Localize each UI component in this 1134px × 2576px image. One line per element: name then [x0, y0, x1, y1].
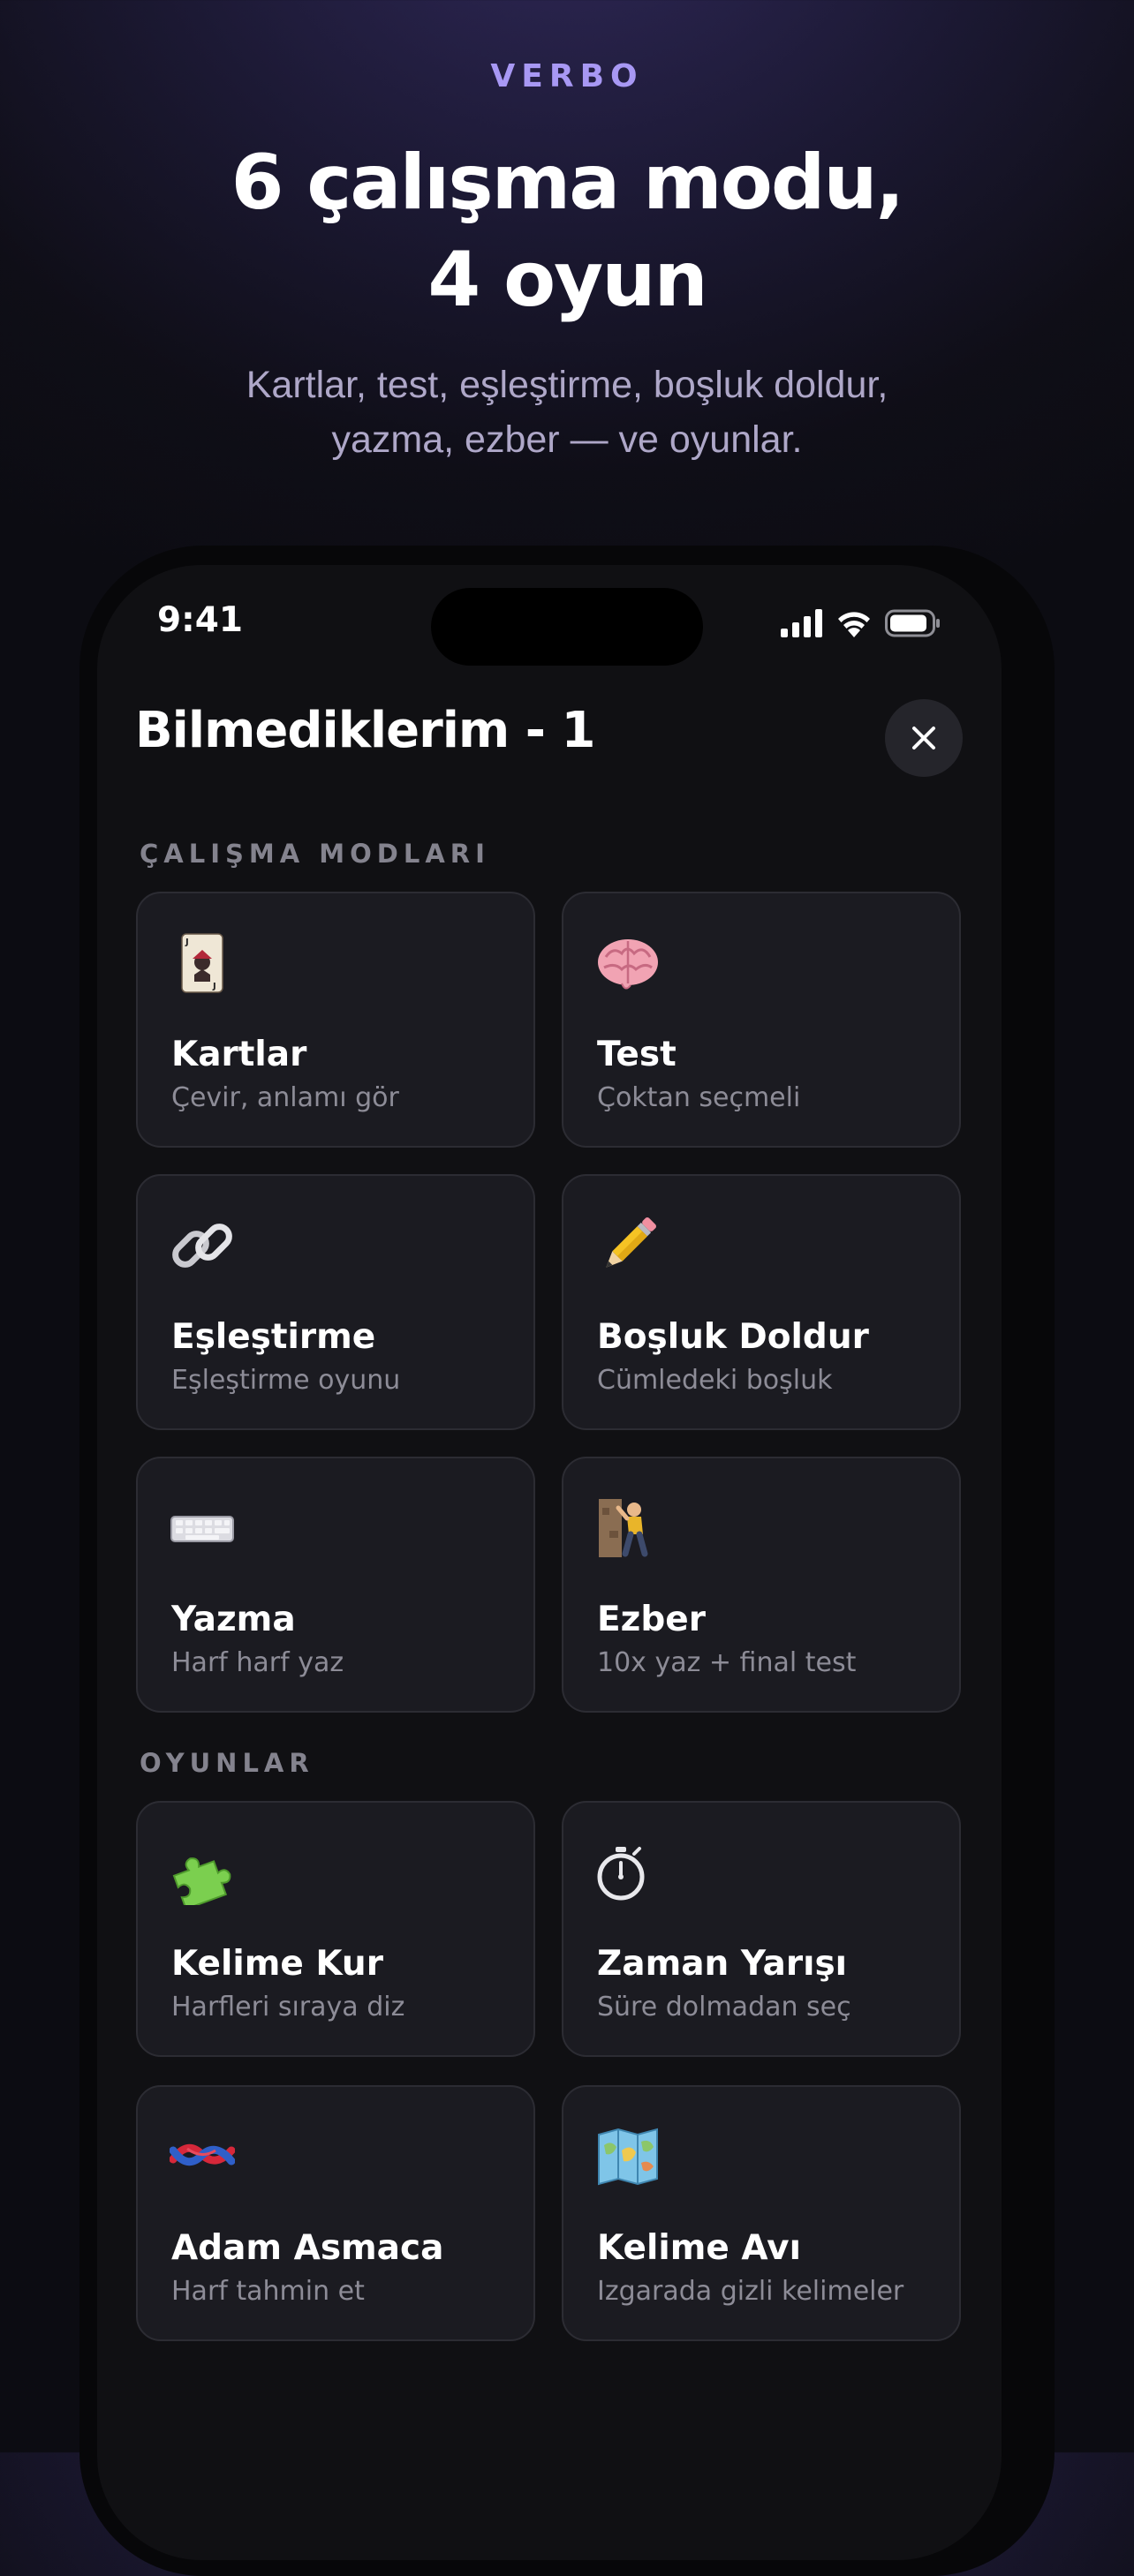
- status-icons: [781, 609, 941, 637]
- game-card-kelime-kur[interactable]: Kelime Kur Harfleri sıraya diz: [136, 1801, 535, 2057]
- dynamic-island: [431, 588, 703, 666]
- mode-description: Çevir, anlamı gör: [171, 1082, 399, 1113]
- subtitle-line-1: Kartlar, test, eşleştirme, boşluk doldur…: [246, 364, 888, 406]
- mode-card-yazma[interactable]: Yazma Harf harf yaz: [136, 1457, 535, 1713]
- mode-name: Kartlar: [171, 1035, 307, 1074]
- game-card-zaman-yarisi[interactable]: Zaman Yarışı Süre dolmadan seç: [562, 1801, 961, 2057]
- game-description: Harf tahmin et: [171, 2276, 365, 2307]
- mode-card-test[interactable]: Test Çoktan seçmeli: [562, 892, 961, 1148]
- headline-line-2: 4 oyun: [427, 236, 707, 324]
- stopwatch-icon: [595, 1840, 661, 1905]
- sheet-title: Bilmediklerim - 1: [135, 702, 595, 759]
- game-card-kelime-avi[interactable]: Kelime Avı Izgarada gizli kelimeler: [562, 2085, 961, 2341]
- mode-description: Eşleştirme oyunu: [171, 1365, 401, 1396]
- climber-icon: [595, 1495, 661, 1561]
- game-name: Zaman Yarışı: [597, 1944, 848, 1984]
- keyboard-icon: [170, 1495, 235, 1561]
- close-icon: [912, 727, 935, 749]
- game-name: Adam Asmaca: [171, 2228, 444, 2268]
- puzzle-icon: [170, 1840, 235, 1905]
- mode-description: Harf harf yaz: [171, 1647, 344, 1678]
- game-description: Izgarada gizli kelimeler: [597, 2276, 904, 2307]
- svg-text:J: J: [185, 938, 189, 947]
- game-name: Kelime Kur: [171, 1944, 383, 1984]
- svg-text:J: J: [212, 982, 216, 991]
- subtitle-line-2: yazma, ezber — ve oyunlar.: [331, 418, 803, 461]
- knot-icon: [170, 2124, 235, 2189]
- mode-card-ezber[interactable]: Ezber 10x yaz + final test: [562, 1457, 961, 1713]
- close-button[interactable]: [885, 699, 963, 777]
- brain-icon: [595, 930, 661, 996]
- mode-name: Boşluk Doldur: [597, 1317, 869, 1357]
- wifi-icon: [838, 612, 870, 637]
- pencil-icon: [595, 1213, 661, 1278]
- mode-description: 10x yaz + final test: [597, 1647, 857, 1678]
- game-card-adam-asmaca[interactable]: Adam Asmaca Harf tahmin et: [136, 2085, 535, 2341]
- mode-card-kartlar[interactable]: J J Kartlar Çevir, anlamı gör: [136, 892, 535, 1148]
- page-headline: 6 çalışma modu, 4 oyun: [0, 134, 1134, 328]
- map-icon: [595, 2124, 661, 2189]
- mode-description: Cümledeki boşluk: [597, 1365, 833, 1396]
- mode-card-eslestirme[interactable]: Eşleştirme Eşleştirme oyunu: [136, 1174, 535, 1430]
- battery-icon: [885, 609, 940, 637]
- game-description: Harfleri sıraya diz: [171, 1992, 405, 2022]
- game-name: Kelime Avı: [597, 2228, 801, 2268]
- mode-name: Eşleştirme: [171, 1317, 376, 1357]
- mode-name: Yazma: [171, 1600, 296, 1639]
- phone-screen: 9:41 Bilmediklerim - 1 ÇALIŞMA MODLARI J…: [97, 565, 1002, 2560]
- cellular-signal-icon: [781, 609, 822, 637]
- brand-name: VERBO: [490, 58, 644, 94]
- link-icon: [170, 1213, 235, 1278]
- status-time: 9:41: [157, 600, 244, 640]
- study-modes-section-label: ÇALIŞMA MODLARI: [140, 839, 490, 869]
- game-description: Süre dolmadan seç: [597, 1992, 851, 2022]
- mode-name: Test: [597, 1035, 677, 1074]
- headline-line-1: 6 çalışma modu,: [231, 139, 905, 227]
- joker-card-icon: J J: [170, 930, 235, 996]
- mode-name: Ezber: [597, 1600, 706, 1639]
- page-subtitle: Kartlar, test, eşleştirme, boşluk doldur…: [177, 358, 957, 467]
- games-section-label: OYUNLAR: [140, 1748, 314, 1778]
- mode-description: Çoktan seçmeli: [597, 1082, 801, 1113]
- mode-card-bosluk-doldur[interactable]: Boşluk Doldur Cümledeki boşluk: [562, 1174, 961, 1430]
